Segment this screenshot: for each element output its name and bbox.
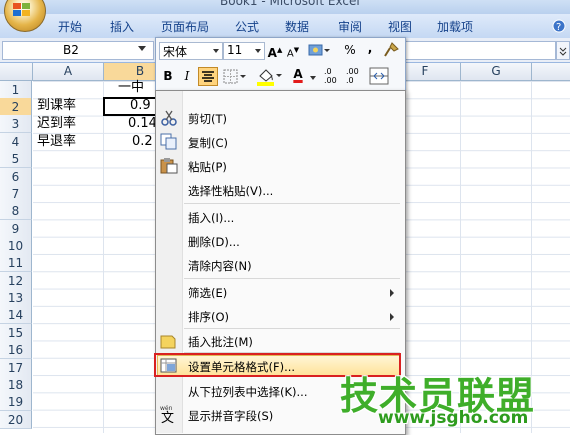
name-box[interactable]: B2 bbox=[2, 41, 154, 60]
cell-a2[interactable]: 到课率 bbox=[37, 97, 76, 114]
menu-item-filter[interactable]: 筛选(E) bbox=[188, 285, 227, 301]
menu-item-paste[interactable]: 粘贴(P) bbox=[188, 159, 227, 175]
align-center-icon[interactable] bbox=[198, 67, 218, 86]
row-header[interactable]: 3 bbox=[0, 115, 32, 133]
tab-review[interactable]: 审阅 bbox=[338, 18, 362, 35]
menu-item-pick-from-list[interactable]: 从下拉列表中选择(K)... bbox=[188, 384, 307, 400]
menu-item-sort[interactable]: 排序(O) bbox=[188, 309, 229, 325]
chevron-down-icon bbox=[559, 47, 567, 56]
tab-insert[interactable]: 插入 bbox=[110, 18, 134, 35]
cell-a3[interactable]: 迟到率 bbox=[37, 115, 76, 132]
tab-data[interactable]: 数据 bbox=[285, 18, 309, 35]
name-box-value: B2 bbox=[63, 43, 79, 57]
title-bar: Book1 - Microsoft Excel bbox=[0, 0, 570, 14]
menu-item-insert-comment[interactable]: 插入批注(M) bbox=[188, 334, 253, 350]
merge-center-icon[interactable] bbox=[369, 67, 389, 85]
shrink-font-button[interactable]: A▼ bbox=[284, 41, 302, 59]
paste-icon bbox=[160, 158, 178, 174]
select-all-button[interactable] bbox=[0, 63, 33, 80]
tab-home[interactable]: 开始 bbox=[58, 18, 82, 35]
row-header[interactable]: 5 bbox=[0, 150, 32, 168]
font-size-value: 11 bbox=[227, 43, 243, 57]
chevron-down-icon bbox=[213, 49, 219, 53]
row-header[interactable]: 9 bbox=[0, 220, 32, 238]
chevron-down-icon bbox=[255, 49, 261, 53]
font-color-button[interactable]: A bbox=[289, 65, 307, 83]
row-header[interactable]: 20 bbox=[0, 411, 32, 429]
menu-separator bbox=[184, 203, 400, 204]
row-header[interactable]: 11 bbox=[0, 254, 32, 272]
row-header[interactable]: 16 bbox=[0, 341, 32, 359]
watermark-url: www.jsgho.com bbox=[378, 408, 529, 428]
font-name-value: 宋体 bbox=[163, 45, 188, 59]
row-header[interactable]: 6 bbox=[0, 168, 32, 186]
row-header[interactable]: 8 bbox=[0, 202, 32, 220]
row-header[interactable]: 15 bbox=[0, 324, 32, 342]
office-logo-icon bbox=[13, 3, 30, 16]
decrease-decimal-button[interactable]: .00 .0 bbox=[346, 67, 366, 85]
column-header-a[interactable]: A bbox=[33, 63, 104, 80]
formula-input[interactable] bbox=[404, 41, 556, 60]
percent-style-button[interactable]: % bbox=[341, 41, 359, 59]
svg-text:文: 文 bbox=[161, 411, 174, 424]
submenu-arrow-icon bbox=[390, 313, 394, 321]
cell-b1[interactable]: 一中 bbox=[118, 79, 144, 96]
bold-button[interactable]: B bbox=[159, 67, 177, 85]
font-name-select[interactable]: 宋体 bbox=[159, 42, 223, 60]
ribbon-tab-bar: 开始 插入 页面布局 公式 数据 审阅 视图 加载项 bbox=[0, 14, 570, 39]
tab-formulas[interactable]: 公式 bbox=[235, 18, 259, 35]
menu-item-clear-contents[interactable]: 清除内容(N) bbox=[188, 258, 252, 274]
cell-a4[interactable]: 早退率 bbox=[37, 133, 76, 150]
tab-page-layout[interactable]: 页面布局 bbox=[161, 18, 209, 35]
cell-b3[interactable]: 0.14 bbox=[128, 115, 157, 132]
row-header[interactable]: 7 bbox=[0, 185, 32, 203]
chevron-down-icon[interactable] bbox=[138, 46, 146, 51]
menu-item-cut[interactable]: 剪切(T) bbox=[188, 111, 227, 127]
grow-font-label: A bbox=[267, 46, 277, 60]
row-header[interactable]: 12 bbox=[0, 272, 32, 290]
mini-toolbar: 宋体 11 A▲ A▼ % , B I A .0 .00 .00 .0 bbox=[155, 37, 406, 91]
row-header[interactable]: 13 bbox=[0, 289, 32, 307]
row-header[interactable]: 17 bbox=[0, 359, 32, 377]
tab-add-ins[interactable]: 加载项 bbox=[437, 18, 473, 35]
menu-item-copy[interactable]: 复制(C) bbox=[188, 135, 228, 151]
fill-color-icon[interactable] bbox=[256, 67, 282, 86]
menu-separator bbox=[184, 328, 400, 329]
chevron-down-icon[interactable] bbox=[310, 76, 316, 80]
svg-text:?: ? bbox=[556, 22, 561, 33]
increase-decimal-button[interactable]: .0 .00 bbox=[324, 67, 344, 85]
grow-font-button[interactable]: A▲ bbox=[266, 41, 284, 60]
borders-icon[interactable] bbox=[223, 69, 247, 85]
pinyin-icon: wén文 bbox=[160, 405, 174, 424]
column-header-g[interactable]: G bbox=[461, 63, 532, 80]
row-header[interactable]: 14 bbox=[0, 306, 32, 324]
row-header[interactable]: 10 bbox=[0, 237, 32, 255]
expand-formula-bar-button[interactable] bbox=[556, 41, 570, 60]
menu-item-insert[interactable]: 插入(I)... bbox=[188, 210, 234, 226]
window-title: Book1 - Microsoft Excel bbox=[220, 0, 360, 8]
row-header[interactable]: 1 bbox=[0, 81, 32, 99]
menu-separator bbox=[184, 278, 400, 279]
menu-item-phonetic-field[interactable]: 显示拼音字段(S) bbox=[188, 408, 273, 424]
tab-view[interactable]: 视图 bbox=[388, 18, 412, 35]
shrink-font-label: A bbox=[286, 48, 294, 60]
menu-item-delete[interactable]: 删除(D)... bbox=[188, 234, 240, 250]
cell-b2[interactable]: 0.9 bbox=[130, 97, 151, 114]
help-icon[interactable]: ? bbox=[551, 18, 567, 34]
format-painter-icon[interactable] bbox=[382, 41, 400, 59]
cell-b4[interactable]: 0.2 bbox=[132, 133, 153, 150]
row-header[interactable]: 18 bbox=[0, 376, 32, 394]
comma-style-button[interactable]: , bbox=[361, 39, 379, 57]
copy-icon bbox=[160, 133, 177, 150]
row-header[interactable]: 19 bbox=[0, 393, 32, 411]
font-size-select[interactable]: 11 bbox=[223, 42, 265, 60]
accounting-format-icon[interactable] bbox=[308, 42, 330, 58]
comment-icon bbox=[160, 335, 176, 349]
row-header[interactable]: 4 bbox=[0, 133, 32, 151]
menu-item-paste-special[interactable]: 选择性粘贴(V)... bbox=[188, 183, 273, 199]
scissors-icon bbox=[161, 110, 177, 126]
row-header[interactable]: 2 bbox=[0, 98, 32, 116]
submenu-arrow-icon bbox=[390, 289, 394, 297]
italic-button[interactable]: I bbox=[178, 67, 196, 85]
